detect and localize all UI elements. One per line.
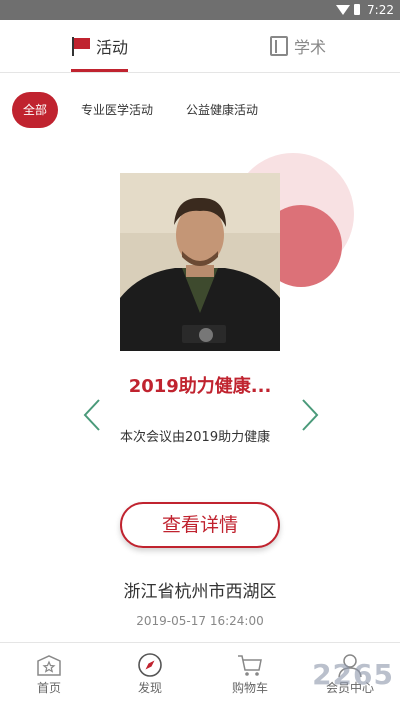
compass-icon xyxy=(138,653,162,677)
tab-activity-label: 活动 xyxy=(96,38,129,57)
view-details-button[interactable]: 查看详情 xyxy=(120,502,280,548)
filter-medical-activities[interactable]: 专业医学活动 xyxy=(81,92,153,128)
top-tab-bar: 活动 学术 xyxy=(0,20,400,73)
watermark-logo: 2265 xyxy=(312,658,394,691)
filter-health-activities[interactable]: 公益健康活动 xyxy=(186,92,258,128)
tab-academic[interactable]: 学术 xyxy=(270,20,326,72)
active-tab-indicator xyxy=(71,69,128,72)
event-location: 浙江省杭州市西湖区 xyxy=(123,582,277,602)
nav-cart-label: 购物车 xyxy=(231,681,268,695)
status-time: 7:22 xyxy=(367,3,394,17)
next-arrow-icon[interactable] xyxy=(295,397,323,433)
event-title[interactable]: 2019助力健康... xyxy=(120,372,280,398)
filter-all[interactable]: 全部 xyxy=(12,92,58,128)
status-bar: 7:22 xyxy=(0,0,400,20)
nav-home[interactable]: 首页 xyxy=(9,643,89,712)
filter-chips: 全部 专业医学活动 公益健康活动 xyxy=(12,92,392,128)
event-photo[interactable] xyxy=(120,173,280,351)
nav-discover-label: 发现 xyxy=(137,681,162,695)
tab-academic-label: 学术 xyxy=(294,38,327,57)
nav-home-label: 首页 xyxy=(36,681,61,695)
event-datetime: 2019-05-17 16:24:00 xyxy=(136,614,264,628)
battery-icon xyxy=(354,4,360,15)
wifi-icon xyxy=(336,5,350,15)
prev-arrow-icon[interactable] xyxy=(79,397,107,433)
cart-icon xyxy=(238,655,262,676)
nav-discover[interactable]: 发现 xyxy=(110,643,190,712)
nav-cart[interactable]: 购物车 xyxy=(210,643,290,712)
tab-activity[interactable]: 活动 xyxy=(70,20,128,72)
flag-icon xyxy=(70,36,90,56)
event-description: 本次会议由2019助力健康 xyxy=(120,430,271,445)
home-box-icon xyxy=(37,655,61,676)
book-icon xyxy=(270,36,288,56)
